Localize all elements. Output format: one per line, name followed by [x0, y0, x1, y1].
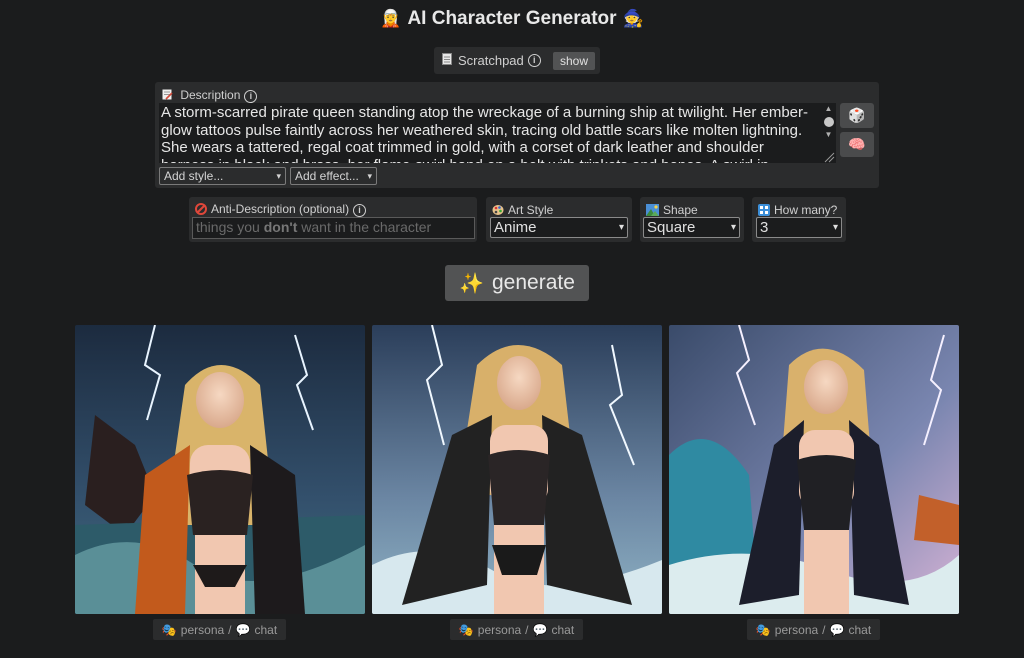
how-many-select[interactable]: 3 ▾ [756, 217, 842, 238]
add-style-label: Add style... [164, 169, 224, 183]
placeholder-bold: don't [263, 219, 298, 235]
description-textarea[interactable]: A storm-scarred pirate queen standing at… [159, 103, 821, 163]
persona-chat-bar-2: 🎭 persona / 💬 chat [450, 619, 583, 640]
description-label-text: Description [180, 88, 241, 102]
title-text: AI Character Generator [407, 8, 617, 29]
art-style-label-text: Art Style [508, 203, 554, 217]
how-many-value: 3 [760, 219, 769, 236]
page-title: 🧝 AI Character Generator 🧙 [0, 8, 1024, 30]
info-icon[interactable]: i [244, 90, 258, 103]
random-description-button[interactable]: 🎲 [840, 103, 874, 128]
mask-icon: 🎭 [161, 622, 177, 637]
chat-link[interactable]: chat [254, 623, 277, 637]
scroll-thumb[interactable] [823, 117, 834, 127]
generate-button[interactable]: ✨ generate [445, 265, 589, 301]
enhance-description-button[interactable]: 🧠 [840, 132, 874, 157]
mask-icon: 🎭 [755, 622, 771, 637]
separator: / [228, 622, 232, 637]
show-scratchpad-button[interactable]: show [552, 51, 595, 70]
mask-icon: 🎭 [458, 622, 474, 637]
generated-image-2[interactable] [372, 325, 662, 614]
generated-image-1[interactable] [75, 325, 365, 614]
shape-value: Square [647, 219, 696, 236]
persona-chat-bar-3: 🎭 persona / 💬 chat [747, 619, 880, 640]
picture-icon [646, 203, 663, 217]
speech-bubble-icon: 💬 [829, 622, 845, 637]
chat-link[interactable]: chat [551, 623, 574, 637]
speech-bubble-icon: 💬 [235, 622, 251, 637]
placeholder-text: things you [196, 219, 264, 235]
placeholder-text: want in the character [297, 219, 432, 235]
chevron-down-icon: ▾ [730, 222, 736, 233]
memo-icon [162, 88, 180, 102]
anti-description-label: Anti-Description (optional) i [195, 202, 367, 217]
persona-link[interactable]: persona [478, 623, 521, 637]
chevron-down-icon: ▾ [832, 222, 838, 233]
description-label: Description i [162, 88, 258, 103]
scroll-up-icon[interactable]: ▲ [821, 103, 836, 115]
palette-icon [492, 203, 508, 217]
grid-icon [758, 203, 774, 217]
scroll-down-icon[interactable]: ▼ [821, 129, 836, 141]
shape-label-text: Shape [663, 203, 698, 217]
info-icon[interactable]: i [527, 54, 541, 67]
persona-chat-bar-1: 🎭 persona / 💬 chat [153, 619, 286, 640]
generate-label: generate [492, 271, 575, 294]
no-entry-icon [195, 202, 211, 216]
art-style-select[interactable]: Anime ▾ [490, 217, 628, 238]
add-style-select[interactable]: Add style... ▾ [159, 167, 286, 185]
separator: / [822, 622, 826, 637]
separator: / [525, 622, 529, 637]
scratchpad-bar: Scratchpad i show [434, 47, 600, 74]
persona-link[interactable]: persona [181, 623, 224, 637]
brain-icon: 🧠 [848, 136, 866, 152]
add-effect-select[interactable]: Add effect... ▾ [290, 167, 377, 185]
resize-handle-icon[interactable] [821, 150, 836, 163]
notepad-icon [442, 53, 452, 68]
sparkles-icon: ✨ [459, 272, 484, 295]
chevron-down-icon: ▾ [367, 170, 372, 181]
shape-label: Shape [646, 203, 698, 217]
info-icon[interactable]: i [353, 204, 367, 217]
speech-bubble-icon: 💬 [532, 622, 548, 637]
dice-icon: 🎲 [848, 107, 866, 123]
persona-link[interactable]: persona [775, 623, 818, 637]
scratchpad-label: Scratchpad [458, 53, 524, 68]
how-many-label: How many? [758, 203, 837, 217]
chevron-down-icon: ▾ [618, 222, 624, 233]
anti-description-input[interactable]: things you don't want in the character [192, 217, 475, 239]
generated-image-3[interactable] [669, 325, 959, 614]
elf-icon: 🧝 [380, 9, 402, 28]
chevron-down-icon: ▾ [276, 170, 281, 181]
anti-description-label-text: Anti-Description (optional) [211, 202, 350, 216]
art-style-label: Art Style [492, 203, 553, 217]
chat-link[interactable]: chat [848, 623, 871, 637]
art-style-value: Anime [494, 219, 537, 236]
add-effect-label: Add effect... [295, 169, 359, 183]
wizard-icon: 🧙 [622, 9, 644, 28]
how-many-label-text: How many? [774, 203, 838, 217]
shape-select[interactable]: Square ▾ [643, 217, 740, 238]
